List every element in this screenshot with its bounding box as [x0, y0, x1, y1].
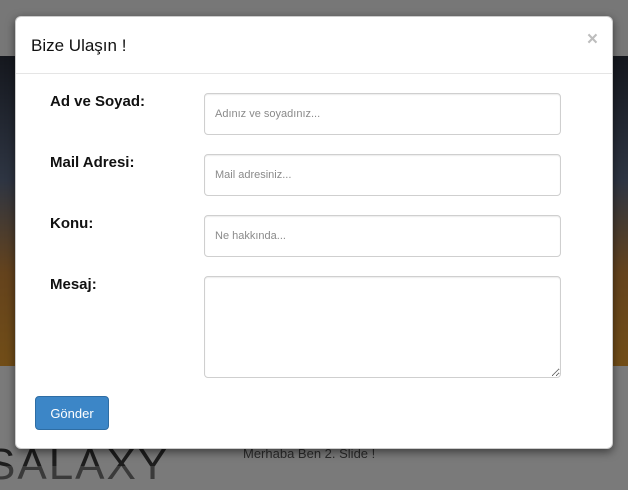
- email-input[interactable]: [204, 154, 561, 196]
- close-icon[interactable]: ×: [587, 30, 598, 49]
- subject-label: Konu:: [50, 215, 94, 232]
- message-label: Mesaj:: [50, 276, 97, 293]
- modal-title: Bize Ulaşın !: [31, 36, 127, 55]
- submit-button[interactable]: Gönder: [35, 396, 109, 430]
- email-label: Mail Adresi:: [50, 154, 135, 171]
- contact-modal: Bize Ulaşın ! × Ad ve Soyad: Mail Adresi…: [15, 16, 613, 449]
- subject-input[interactable]: [204, 215, 561, 257]
- modal-header: Bize Ulaşın ! ×: [16, 17, 612, 74]
- name-input[interactable]: [204, 93, 561, 135]
- name-label: Ad ve Soyad:: [50, 93, 146, 110]
- message-textarea[interactable]: [204, 276, 561, 378]
